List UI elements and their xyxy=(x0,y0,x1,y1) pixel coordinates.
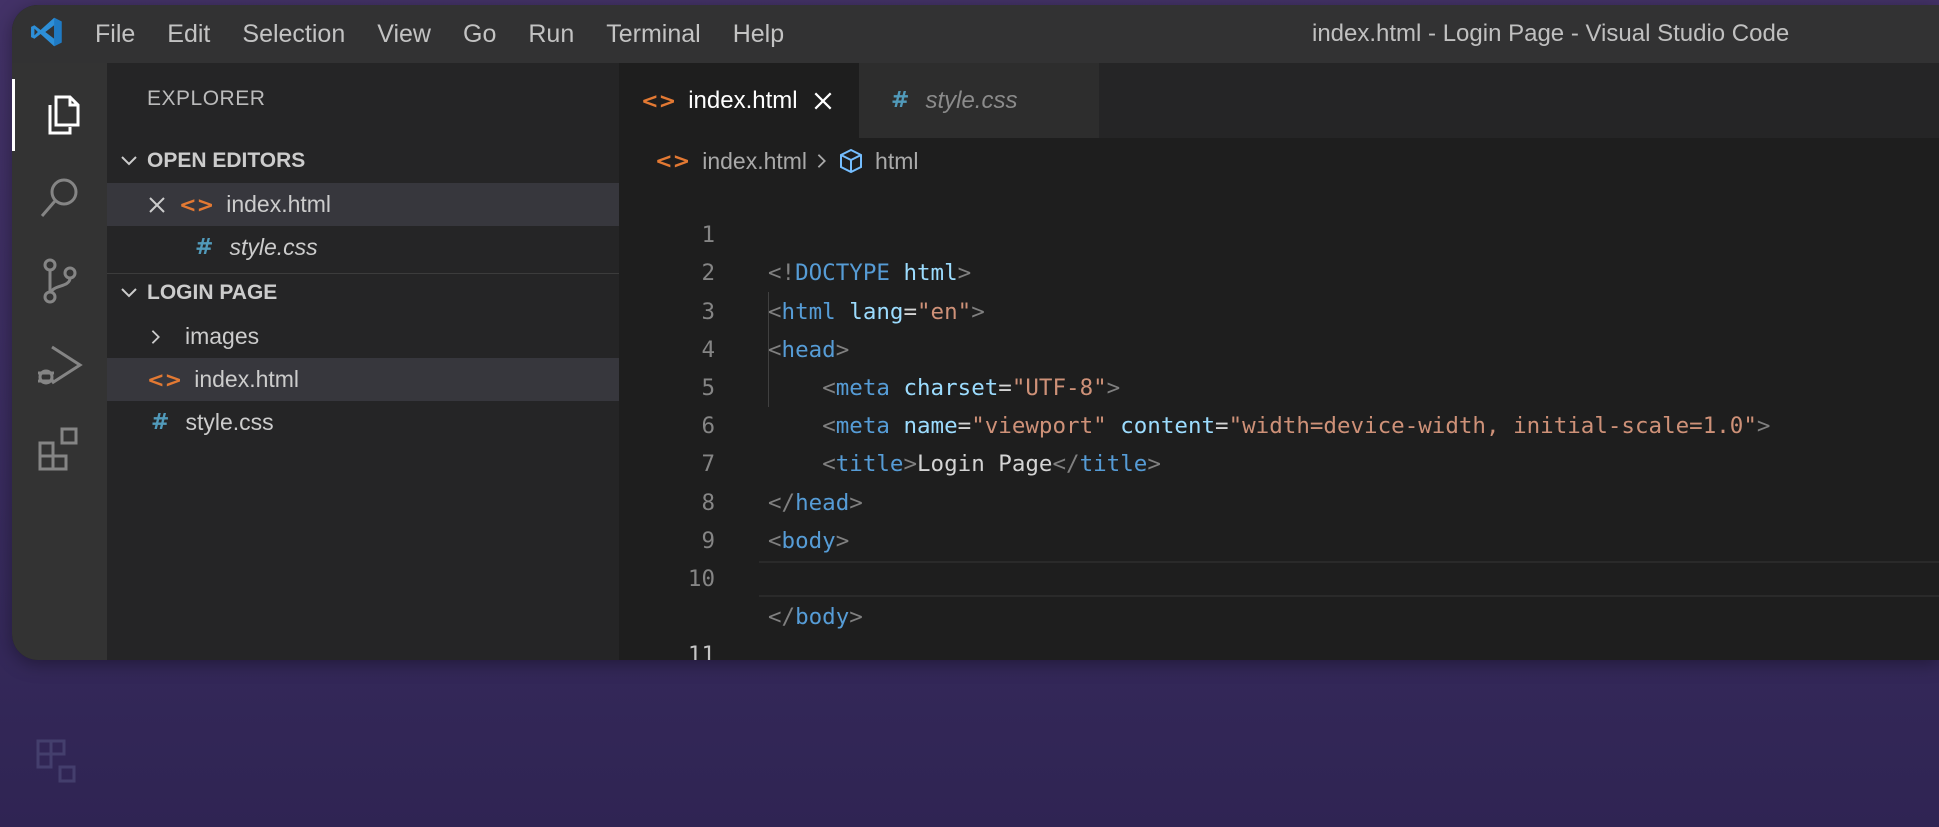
file-item-index-html[interactable]: <> index.html xyxy=(107,358,619,401)
activity-explorer[interactable] xyxy=(12,75,107,155)
file-label: style.css xyxy=(185,409,274,435)
current-line-highlight xyxy=(759,560,1939,598)
menu-file[interactable]: File xyxy=(95,20,135,49)
code-editor[interactable]: 1 <!DOCTYPE html> 2 <html lang="en"> 3 <… xyxy=(619,178,1939,660)
open-editors-label: OPEN EDITORS xyxy=(147,149,306,172)
menu-edit[interactable]: Edit xyxy=(167,20,210,49)
vscode-window: File Edit Selection View Go Run Terminal… xyxy=(12,5,1939,660)
line-number: 11 xyxy=(687,642,715,660)
css-file-icon: # xyxy=(891,88,910,113)
activity-extensions[interactable] xyxy=(12,409,107,489)
chevron-right-icon xyxy=(817,154,827,168)
search-icon xyxy=(40,178,77,217)
menu-go[interactable]: Go xyxy=(463,20,496,49)
source-control-icon xyxy=(43,258,76,304)
open-editor-label: style.css xyxy=(229,234,318,260)
file-label: index.html xyxy=(194,366,300,392)
menu-terminal[interactable]: Terminal xyxy=(606,20,700,49)
editor-area: <> index.html # style.css <> index.html … xyxy=(619,63,1939,660)
chevron-right-icon xyxy=(151,329,160,344)
code-line: 2 <html lang="en"> xyxy=(619,216,1939,324)
tab-bar: <> index.html # style.css xyxy=(619,63,1939,138)
html-file-icon: <> xyxy=(641,88,677,113)
code-line: 9 xyxy=(619,484,1939,554)
tab-label: style.css xyxy=(925,86,1018,114)
code-line: 4 <meta charset="UTF-8"> xyxy=(619,293,1939,401)
explorer-title: EXPLORER xyxy=(147,87,266,110)
menu-run[interactable]: Run xyxy=(528,20,574,49)
section-divider xyxy=(107,273,619,274)
project-folder-label: LOGIN PAGE xyxy=(147,281,278,304)
symbol-element-icon xyxy=(840,148,863,174)
html-file-icon: <> xyxy=(147,367,183,392)
code-line: 7 </head> xyxy=(619,407,1939,515)
tab-style-css[interactable]: # style.css xyxy=(859,63,1099,138)
tab-label: index.html xyxy=(688,86,798,114)
open-editor-item-index-html[interactable]: <> index.html xyxy=(107,183,619,226)
code-line: 10 </body> xyxy=(619,522,1939,630)
title-bar: File Edit Selection View Go Run Terminal… xyxy=(12,5,1939,63)
code-line: 6 <title>Login Page</title> xyxy=(619,369,1939,477)
code-line: 3 <head> xyxy=(619,254,1939,363)
line-text: </body> xyxy=(768,604,863,631)
menu-bar: File Edit Selection View Go Run Terminal… xyxy=(95,5,816,63)
vscode-logo-icon xyxy=(31,17,62,47)
menu-view[interactable]: View xyxy=(377,20,431,49)
close-icon[interactable] xyxy=(147,195,167,215)
css-file-icon: # xyxy=(195,235,214,260)
html-file-icon: <> xyxy=(179,192,215,217)
file-item-style-css[interactable]: # style.css xyxy=(107,401,619,444)
html-file-icon: <> xyxy=(655,149,691,173)
chevron-down-icon xyxy=(121,288,137,298)
breadcrumb: <> index.html html xyxy=(655,143,918,179)
css-file-icon: # xyxy=(151,410,170,435)
run-debug-icon xyxy=(37,345,83,385)
menu-selection[interactable]: Selection xyxy=(242,20,345,49)
open-editor-item-style-css[interactable]: # style.css xyxy=(107,226,619,269)
open-editors-section[interactable]: OPEN EDITORS xyxy=(107,143,619,179)
breadcrumb-node[interactable]: html xyxy=(875,148,918,175)
code-line-current: 11 </html> xyxy=(619,560,1939,660)
activity-bar xyxy=(12,63,107,660)
folder-label: images xyxy=(185,323,260,349)
close-icon[interactable] xyxy=(812,90,834,112)
folder-item-images[interactable]: images xyxy=(107,315,619,358)
code-line: 5 <meta name="viewport" content="width=d… xyxy=(619,331,1939,439)
window-title: index.html - Login Page - Visual Studio … xyxy=(1312,20,1790,47)
open-editor-label: index.html xyxy=(226,191,332,217)
activity-search[interactable] xyxy=(12,158,107,238)
menu-help[interactable]: Help xyxy=(733,20,784,49)
chevron-down-icon xyxy=(121,156,137,166)
activity-source-control[interactable] xyxy=(12,241,107,321)
code-line: 1 <!DOCTYPE html> xyxy=(619,178,1939,286)
files-icon xyxy=(48,95,79,135)
explorer-sidebar: EXPLORER OPEN EDITORS <> index.html # st… xyxy=(107,63,619,660)
breadcrumb-file[interactable]: index.html xyxy=(702,148,807,175)
tab-index-html[interactable]: <> index.html xyxy=(619,63,859,138)
login-page-section[interactable]: LOGIN PAGE xyxy=(107,275,619,311)
activity-run-debug[interactable] xyxy=(12,325,107,405)
code-line: 8 <body> xyxy=(619,445,1939,554)
extensions-icon xyxy=(38,427,77,471)
